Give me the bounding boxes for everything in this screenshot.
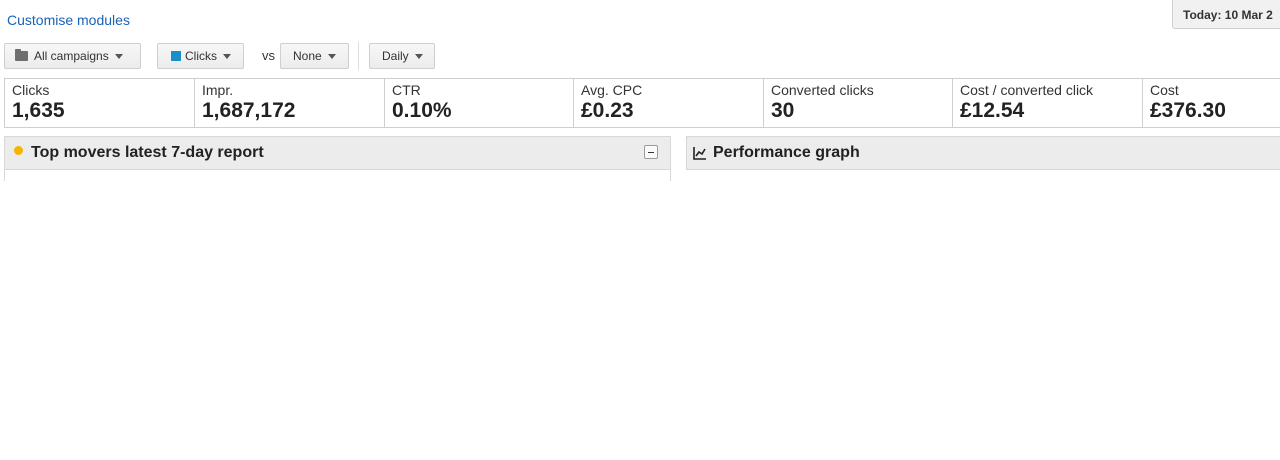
- metric-value: 1,635: [12, 99, 65, 122]
- color-swatch-icon: [171, 51, 181, 61]
- metric-value: 0.10%: [392, 99, 452, 122]
- chevron-down-icon: [114, 53, 123, 59]
- campaigns-dropdown-label: All campaigns: [34, 49, 109, 63]
- date-label: Today: 10 Mar 2: [1183, 8, 1273, 22]
- metric-avg-cpc[interactable]: Avg. CPC £0.23: [574, 79, 764, 127]
- metric-value: £0.23: [581, 99, 634, 122]
- dashboard-page: Customise modules Today: 10 Mar 2 All ca…: [0, 0, 1280, 460]
- line-chart-icon: [693, 147, 706, 160]
- metric-value: £12.54: [960, 99, 1025, 122]
- metrics-bar: Clicks 1,635 Impr. 1,687,172 CTR 0.10% A…: [4, 78, 1280, 128]
- metric-label: Impr.: [202, 82, 234, 98]
- metric-cost[interactable]: Cost £376.30: [1143, 79, 1280, 127]
- toolbar-divider: [358, 42, 359, 70]
- toolbar: All campaigns Clicks vs None Daily: [0, 42, 1280, 70]
- metric-label: Cost / converted click: [960, 82, 1094, 98]
- interval-dropdown[interactable]: Daily: [369, 43, 435, 69]
- metric-value: 30: [771, 99, 795, 122]
- metric-clicks[interactable]: Clicks 1,635: [5, 79, 195, 127]
- campaigns-dropdown[interactable]: All campaigns: [4, 43, 141, 69]
- performance-graph-title: Performance graph: [713, 144, 860, 161]
- chevron-down-icon: [223, 53, 231, 59]
- chevron-down-icon: [327, 53, 336, 59]
- metric-label: Clicks: [12, 82, 50, 98]
- top-movers-panel-header: Top movers latest 7-day report: [4, 136, 671, 170]
- metric-label: Avg. CPC: [581, 82, 643, 98]
- metric-dropdown-label: Clicks: [185, 49, 217, 63]
- compare-metric-dropdown[interactable]: None: [280, 43, 349, 69]
- interval-dropdown-label: Daily: [382, 49, 409, 63]
- lightbulb-icon: [14, 145, 23, 155]
- metric-label: Cost: [1150, 82, 1179, 98]
- compare-dropdown-label: None: [293, 49, 322, 63]
- metric-value: £376.30: [1150, 99, 1226, 122]
- metric-dropdown[interactable]: Clicks: [157, 43, 244, 69]
- top-movers-panel-body: [4, 169, 671, 181]
- customise-modules-link[interactable]: Customise modules: [7, 12, 130, 28]
- folder-icon: [15, 49, 28, 61]
- performance-graph-panel-header: Performance graph: [686, 136, 1280, 170]
- metric-cost-per-conversion[interactable]: Cost / converted click £12.54: [953, 79, 1143, 127]
- metric-label: Converted clicks: [771, 82, 874, 98]
- metric-value: 1,687,172: [202, 99, 296, 122]
- vs-label: vs: [262, 48, 275, 63]
- top-movers-title: Top movers latest 7-day report: [31, 144, 264, 161]
- date-range-selector[interactable]: Today: 10 Mar 2: [1172, 0, 1280, 29]
- collapse-button[interactable]: [644, 145, 658, 159]
- metric-ctr[interactable]: CTR 0.10%: [385, 79, 574, 127]
- metric-impressions[interactable]: Impr. 1,687,172: [195, 79, 385, 127]
- metric-converted-clicks[interactable]: Converted clicks 30: [764, 79, 953, 127]
- chevron-down-icon: [414, 53, 423, 59]
- metric-label: CTR: [392, 82, 421, 98]
